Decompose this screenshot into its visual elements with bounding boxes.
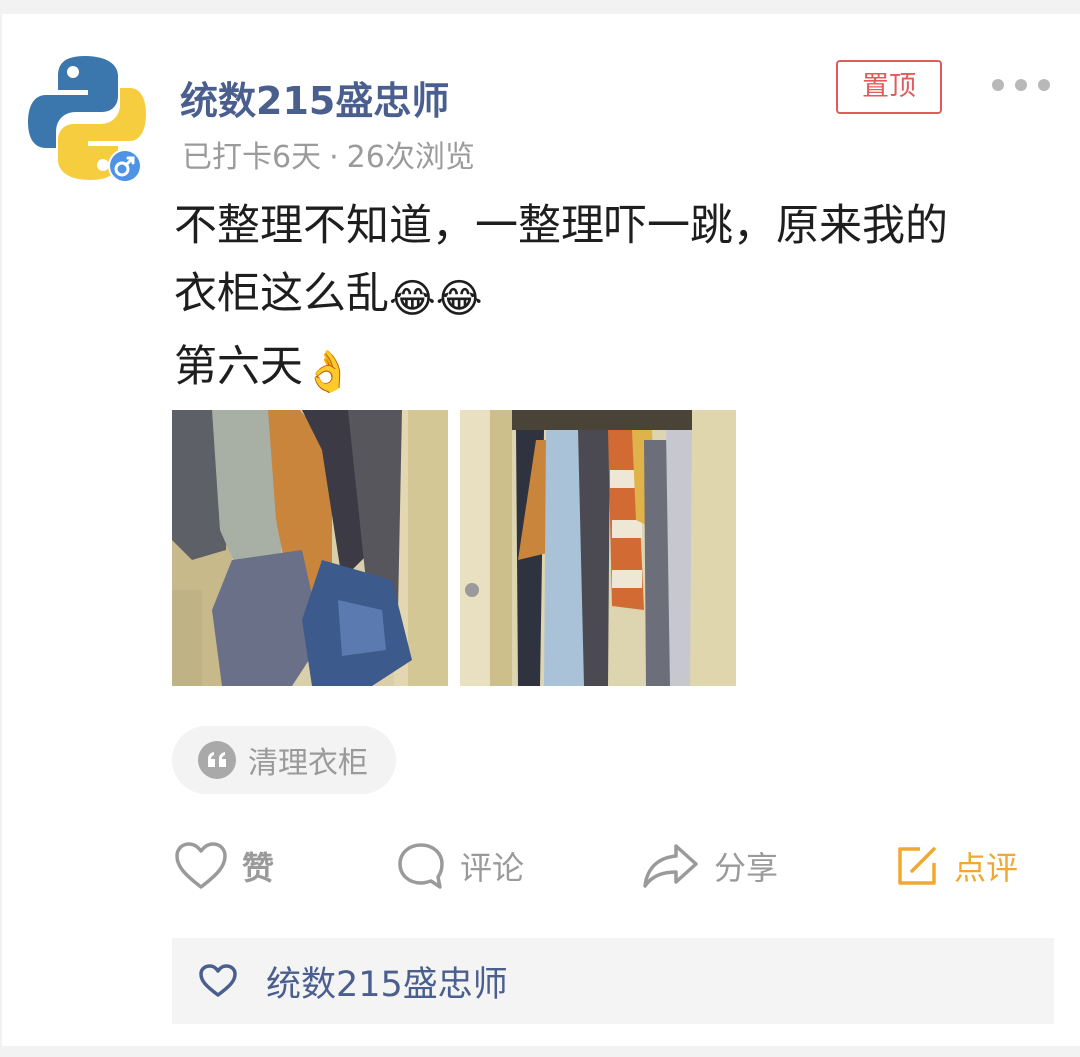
view-count: 26次浏览 [346, 140, 475, 175]
topic-tag[interactable]: 清理衣柜 [172, 726, 396, 794]
like-label: 赞 [242, 849, 275, 887]
share-label: 分享 [714, 849, 779, 887]
avatar[interactable] [28, 54, 146, 184]
meta-separator: · [329, 140, 339, 175]
post-text-line-2: 衣柜这么乱😂😂 [174, 260, 1054, 333]
heart-icon [175, 842, 227, 889]
share-arrow-icon [643, 844, 698, 888]
post-text-line-2-text: 衣柜这么乱 [174, 269, 389, 319]
post-photo-1[interactable] [172, 410, 448, 686]
male-icon [108, 149, 142, 183]
share-button[interactable]: 分享 [642, 836, 778, 896]
edit-icon [898, 847, 936, 885]
review-button[interactable]: 点评 [894, 836, 1018, 896]
checkin-days: 已打卡6天 [182, 140, 322, 175]
like-button[interactable]: 赞 [174, 836, 274, 896]
topic-tag-label: 清理衣柜 [248, 746, 368, 781]
ok-hand-emoji-icon: 👌 [303, 349, 353, 395]
post-card: 统数215盛忠师 已打卡6天 · 26次浏览 置顶 不整理不知道，一整理吓一跳，原来… [2, 14, 1080, 1046]
post-text-line-1: 不整理不知道，一整理吓一跳，原来我的 [174, 201, 948, 251]
speech-bubble-icon [398, 843, 444, 889]
post-text-line-3: 第六天👌 [174, 333, 1054, 406]
laughing-emoji-icon: 😂 [389, 276, 436, 322]
pinned-badge: 置顶 [836, 60, 942, 114]
heart-outline-icon [199, 964, 237, 997]
quote-icon [198, 741, 236, 779]
author-name[interactable]: 统数215盛忠师 [180, 70, 449, 125]
more-dots-icon[interactable] [992, 70, 1050, 100]
comment-label: 评论 [460, 849, 525, 887]
post-body: 不整理不知道，一整理吓一跳，原来我的 衣柜这么乱😂😂 第六天👌 [174, 192, 1054, 406]
post-meta: 已打卡6天 · 26次浏览 [182, 132, 475, 176]
liker-name[interactable]: 统数215盛忠师 [266, 956, 508, 1007]
review-label: 点评 [954, 849, 1019, 887]
comment-button[interactable]: 评论 [396, 836, 524, 896]
likes-bar: 统数215盛忠师 [172, 938, 1054, 1024]
post-text-line-3-text: 第六天 [174, 342, 303, 392]
post-photo-2[interactable] [460, 410, 736, 686]
laughing-emoji-icon: 😂 [435, 276, 483, 322]
